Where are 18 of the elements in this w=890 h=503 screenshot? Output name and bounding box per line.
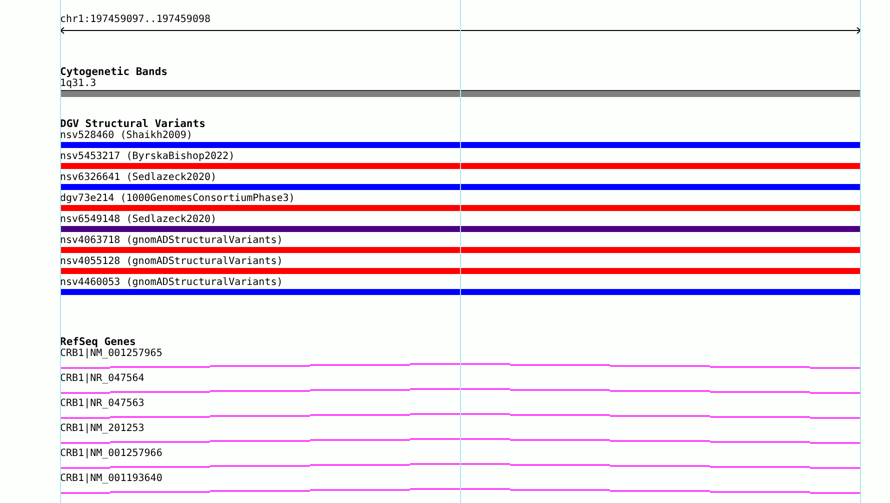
variant-label: nsv6549148 (Sedlazeck2020) <box>60 214 217 226</box>
track-title: RefSeq Genes <box>60 336 136 348</box>
variant-label: nsv5453217 (ByrskaBishop2022) <box>60 151 235 163</box>
gene-label: CRB1|NR_047564 <box>60 373 144 385</box>
gene-label: CRB1|NM_201253 <box>60 423 144 435</box>
variant-label: nsv528460 (Shaikh2009) <box>60 130 192 142</box>
gene-label: CRB1|NM_001257966 <box>60 448 162 460</box>
variant-label: nsv4055128 (gnomADStructuralVariants) <box>60 256 283 268</box>
gene-label: CRB1|NM_001193640 <box>60 473 162 485</box>
track-title: Cytogenetic Bands <box>60 66 168 78</box>
variant-label: dgv73e214 (1000GenomesConsortiumPhase3) <box>60 193 295 205</box>
gene-label: CRB1|NM_001257965 <box>60 348 162 360</box>
location-label: chr1:197459097..197459098 <box>60 14 211 26</box>
gene-label: CRB1|NR_047563 <box>60 398 144 410</box>
band-label: 1q31.3 <box>60 78 96 90</box>
variant-label: nsv4460053 (gnomADStructuralVariants) <box>60 277 283 289</box>
variant-label: nsv6326641 (Sedlazeck2020) <box>60 172 217 184</box>
variant-label: nsv4063718 (gnomADStructuralVariants) <box>60 235 283 247</box>
